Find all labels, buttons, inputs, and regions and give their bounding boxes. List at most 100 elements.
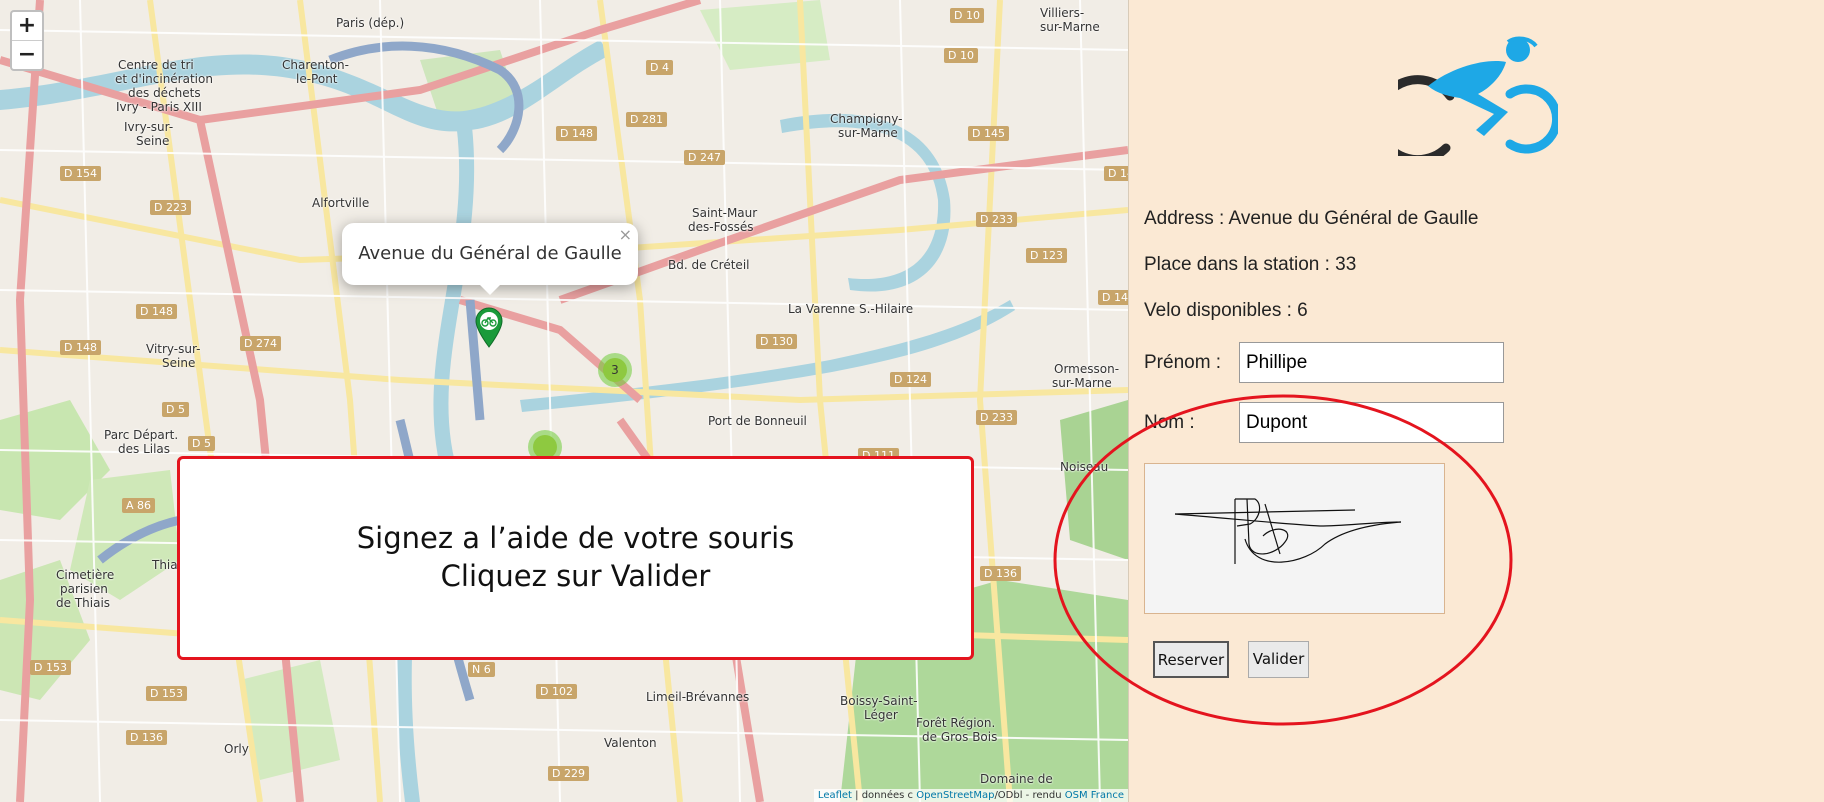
map-place-label: Orly [224, 742, 249, 756]
validate-button[interactable]: Valider [1248, 641, 1309, 678]
map-place-label: Boissy-Saint- [840, 694, 918, 708]
map-place-label: Forêt Région. [916, 716, 996, 730]
map-place-label: des Lilas [118, 442, 171, 456]
map-place-label: des déchets [128, 86, 201, 100]
map-place-label: le-Pont [296, 72, 338, 86]
map-place-label: Ormesson- [1054, 362, 1120, 376]
cluster-count: 3 [603, 358, 627, 382]
map-place-label: sur-Marne [1040, 20, 1100, 34]
road-badge: D 145 [968, 126, 1009, 141]
map-place-label: Charenton- [282, 58, 349, 72]
map-place-label: Seine [162, 356, 196, 370]
station-popup: Avenue du Général de Gaulle × [342, 223, 638, 295]
road-badge: D 148 [136, 304, 177, 319]
road-badge: D 4 [646, 60, 673, 75]
road-badge: D 10 [950, 8, 984, 23]
road-badge: D 233 [976, 410, 1017, 425]
zoom-out-button[interactable]: − [12, 40, 42, 69]
signature-strokes [1174, 498, 1402, 564]
map-attribution: Leaflet | données c OpenStreetMap/ODbl -… [813, 789, 1128, 802]
road-badge: D 136 [126, 730, 167, 745]
attribution-text: | données c [851, 790, 917, 801]
map-place-label: Vitry-sur- [146, 342, 201, 356]
leaflet-link[interactable]: Leaflet [818, 790, 852, 801]
map-place-label: Parc Départ. [104, 428, 179, 442]
map-place-label: Ivry-sur- [124, 120, 174, 134]
map-place-label: Alfortville [312, 196, 370, 210]
map-place-label: Ivry - Paris XIII [116, 100, 202, 114]
instructions-line-1: Signez a l’aide de votre souris [356, 521, 795, 555]
map-place-label: Bd. de Créteil [668, 258, 750, 272]
map-place-label: Cimetière [56, 568, 115, 582]
last-name-input[interactable]: Dupont [1239, 402, 1504, 443]
road-badge: D 5 [162, 402, 189, 417]
road-badge: A 86 [122, 498, 156, 513]
osm-link[interactable]: OpenStreetMap [916, 790, 994, 801]
zoom-in-button[interactable]: + [12, 12, 42, 40]
road-badge: D 153 [146, 686, 187, 701]
map-place-label: Noiseau [1060, 460, 1109, 474]
instructions-line-2: Cliquez sur Valider [440, 559, 711, 593]
road-badge: D 102 [536, 684, 577, 699]
road-badge: D 5 [188, 436, 215, 451]
road-badge: D 233 [976, 212, 1017, 227]
road-badge: D 124 [890, 372, 931, 387]
bike-station-marker[interactable] [474, 306, 504, 352]
address-text: Address : Avenue du Général de Gaulle [1144, 208, 1479, 229]
map-place-label: Port de Bonneuil [708, 414, 807, 428]
popup-close-button[interactable]: × [619, 225, 632, 244]
first-name-input[interactable]: Phillipe [1239, 342, 1504, 383]
map-place-label: Champigny- [830, 112, 903, 126]
first-name-label: Prénom : [1144, 352, 1222, 373]
map-place-label: et d'incinération [115, 72, 213, 86]
reserve-button[interactable]: Reserver [1153, 641, 1229, 678]
road-badge: D 281 [626, 112, 667, 127]
road-badge: D 247 [684, 150, 725, 165]
map-place-label: Léger [864, 708, 898, 722]
popup-title: Avenue du Général de Gaulle [358, 243, 622, 264]
bikes-available-text: Velo disponibles : 6 [1144, 300, 1308, 321]
map-place-label: Domaine de [980, 772, 1053, 786]
signature-canvas[interactable] [1144, 463, 1445, 614]
road-badge: D 223 [150, 200, 191, 215]
map-place-label: des-Fossés [688, 220, 754, 234]
reservation-panel: Address : Avenue du Général de Gaulle Pl… [1128, 0, 1824, 802]
road-badge: D 274 [240, 336, 281, 351]
road-badge: D 148 [556, 126, 597, 141]
map-place-label: de Gros Bois [922, 730, 998, 744]
map-place-label: Villiers- [1040, 6, 1085, 20]
last-name-label: Nom : [1144, 412, 1195, 433]
popup-tip [480, 285, 500, 295]
map-place-label: Paris (dép.) [336, 16, 405, 30]
map-place-label: parisien [60, 582, 108, 596]
map[interactable]: + − Paris (dép.) Centre de tri et d'inciné… [0, 0, 1129, 802]
map-place-label: Centre de tri [118, 58, 194, 72]
road-badge: D 148 [60, 340, 101, 355]
road-badge: D 136 [980, 566, 1021, 581]
instructions-overlay: Signez a l’aide de votre souris Cliquez … [177, 456, 974, 660]
map-place-label: de Thiais [56, 596, 111, 610]
road-badge: D 153 [30, 660, 71, 675]
map-place-label: Limeil-Brévannes [646, 690, 750, 704]
road-badge: D 10 [944, 48, 978, 63]
road-badge: D 130 [756, 334, 797, 349]
road-badge: D 229 [548, 766, 589, 781]
map-place-label: Saint-Maur [692, 206, 758, 220]
map-place-label: La Varenne S.-Hilaire [788, 302, 914, 316]
zoom-control: + − [10, 10, 44, 71]
road-badge: D 145 [1104, 166, 1128, 181]
road-badge: D 145 [1098, 290, 1128, 305]
map-place-label: Seine [136, 134, 170, 148]
cyclist-logo-icon [1373, 36, 1562, 165]
road-badge: N 6 [468, 662, 495, 677]
places-text: Place dans la station : 33 [1144, 254, 1357, 275]
road-badge: D 123 [1026, 248, 1067, 263]
map-place-label: sur-Marne [838, 126, 898, 140]
map-place-label: Valenton [604, 736, 657, 750]
road-badge: D 154 [60, 166, 101, 181]
attribution-text-2: /ODbl - rendu [994, 790, 1065, 801]
osm-france-link[interactable]: OSM France [1065, 790, 1124, 801]
station-cluster[interactable]: 3 [598, 353, 632, 387]
map-place-label: sur-Marne [1052, 376, 1112, 390]
bike-marker-icon [475, 307, 503, 348]
